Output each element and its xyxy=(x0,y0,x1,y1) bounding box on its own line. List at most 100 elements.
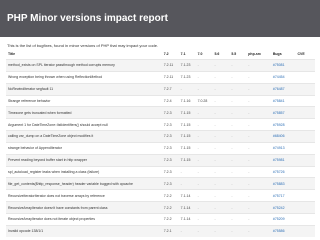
bug-link[interactable]: #75717 xyxy=(273,194,285,198)
cell-5-5: - xyxy=(231,158,233,163)
cell-bugs: #74913 xyxy=(271,142,296,154)
cell-5-6: - xyxy=(214,229,216,234)
cell-title: RecursiveArrayIterator doesn't have cons… xyxy=(8,205,108,210)
cell-7-0: - xyxy=(197,205,199,210)
table-row: spl_autoload_register leaks when install… xyxy=(6,166,315,178)
cell-bugs: #74454 xyxy=(271,71,296,83)
cell-php-src: - xyxy=(248,193,250,198)
cell-php-src: - xyxy=(248,205,250,210)
cell-title: calling var_dump on a DateTimeZone objec… xyxy=(8,134,94,139)
cell-7-1: - xyxy=(180,170,182,175)
cell-7-1: 7.1.14 xyxy=(180,205,191,210)
cell-7-0: - xyxy=(197,217,199,222)
page-header: PHP Minor versions impact report xyxy=(0,0,320,37)
cell-cve xyxy=(295,71,315,83)
bug-link[interactable]: #75928 xyxy=(273,123,285,127)
cell-title: NoRewindIterator segfault 11 xyxy=(8,87,54,92)
cell-7-0: 7.0.28 xyxy=(197,98,208,103)
cell-5-6: - xyxy=(214,75,216,80)
cell-5-6: - xyxy=(214,110,216,115)
bug-link[interactable]: #75981 xyxy=(273,158,285,162)
cell-bugs: #75726 xyxy=(271,166,296,178)
cell-bugs: #75857 xyxy=(271,107,296,119)
cell-title: Prevent reading beyond buffer start in h… xyxy=(8,158,87,163)
cell-bugs: #75209 xyxy=(271,213,296,225)
cell-7-0: - xyxy=(197,63,199,68)
cell-7-2: 7.2.2 xyxy=(163,205,172,210)
cell-php-src: - xyxy=(248,158,250,163)
bug-link[interactable]: #68406 xyxy=(273,134,285,138)
cell-cve xyxy=(295,225,315,236)
cell-7-2: 7.2.3 xyxy=(163,158,172,163)
cell-7-2: 7.2.3 xyxy=(163,122,172,127)
cell-5-6: - xyxy=(214,122,216,127)
cell-php-src: - xyxy=(248,87,250,92)
cell-7-1: 7.1.15 xyxy=(180,146,191,151)
column-header-7-2: 7.2 xyxy=(163,52,169,56)
bug-link[interactable]: #75841 xyxy=(273,99,285,103)
cell-title: Invalid opcode 138/1/1 xyxy=(8,229,44,234)
cell-5-6: - xyxy=(214,193,216,198)
cell-7-1: 7.1.16 xyxy=(180,98,191,103)
cell-php-src: - xyxy=(248,75,250,80)
bug-link[interactable]: #75586 xyxy=(273,229,285,233)
cell-5-6: - xyxy=(214,217,216,222)
column-header-cve: CVE xyxy=(297,52,305,56)
cell-cve xyxy=(295,166,315,178)
bug-link[interactable]: #74454 xyxy=(273,75,285,79)
bug-link[interactable]: #74913 xyxy=(273,146,285,150)
bug-link[interactable]: #76487 xyxy=(273,87,285,91)
cell-bugs: #75928 xyxy=(271,119,296,131)
cell-7-0: - xyxy=(197,158,199,163)
cell-cve xyxy=(295,107,315,119)
cell-7-1: 7.1.15 xyxy=(180,122,191,127)
cell-php-src: - xyxy=(248,122,250,127)
cell-php-src: - xyxy=(248,181,250,186)
cell-title: Argument 1 for DateTimeZone::listIdentif… xyxy=(8,122,108,127)
bug-link[interactable]: #75209 xyxy=(273,217,285,221)
cell-5-6: - xyxy=(214,134,216,139)
column-header-php-src: php-src xyxy=(248,52,262,56)
cell-5-6: - xyxy=(214,87,216,92)
cell-title: file_get_contents($http_response_header)… xyxy=(8,181,133,186)
cell-7-2: 7.2.11 xyxy=(163,75,174,80)
cell-7-1: 7.1.15 xyxy=(180,110,191,115)
cell-cve xyxy=(295,119,315,131)
cell-cve xyxy=(295,131,315,143)
bug-link[interactable]: #75242 xyxy=(273,206,285,210)
cell-5-5: - xyxy=(231,110,233,115)
page-subtitle: This is the list of bugfixes, found in m… xyxy=(7,43,159,48)
cell-5-5: - xyxy=(231,217,233,222)
bug-link[interactable]: #75726 xyxy=(273,170,285,174)
cell-7-0: - xyxy=(197,134,199,139)
cell-7-2: 7.2.1 xyxy=(163,229,172,234)
cell-5-5: - xyxy=(231,229,233,234)
bug-link[interactable]: #75081 xyxy=(273,63,285,67)
cell-5-6: - xyxy=(214,146,216,151)
cell-title: RecursiveArrayIterator does not iterate … xyxy=(8,217,95,222)
cell-cve xyxy=(295,154,315,166)
table-row: RecursiveIteratorIterator does not trave… xyxy=(6,189,315,202)
cell-5-5: - xyxy=(231,134,233,139)
cell-7-0: - xyxy=(197,193,199,198)
cell-title: RecursiveIteratorIterator does not trave… xyxy=(8,193,105,198)
cell-5-5: - xyxy=(231,87,233,92)
column-header-title: Title xyxy=(8,52,16,56)
cell-7-2: 7.2.3 xyxy=(163,110,172,115)
cell-7-2: 7.2.7 xyxy=(163,87,172,92)
table-row: file_get_contents($http_response_header)… xyxy=(6,177,315,190)
table-row: Invalid opcode 138/1/1 7.2.1 - - - - - #75586 xyxy=(6,225,315,237)
cell-7-2: 7.2.3 xyxy=(163,170,172,175)
cell-bugs: #75981 xyxy=(271,154,296,166)
cell-5-5: - xyxy=(231,63,233,68)
cell-php-src: - xyxy=(248,170,250,175)
cell-7-0: - xyxy=(197,181,199,186)
cell-5-5: - xyxy=(231,181,233,186)
cell-cve xyxy=(295,95,315,107)
cell-7-2: 7.2.11 xyxy=(163,63,174,68)
cell-7-0: - xyxy=(197,229,199,234)
cell-7-2: 7.2.3 xyxy=(163,181,172,186)
cell-7-0: - xyxy=(197,87,199,92)
bug-link[interactable]: #75883 xyxy=(273,182,285,186)
bug-link[interactable]: #75857 xyxy=(273,111,285,115)
